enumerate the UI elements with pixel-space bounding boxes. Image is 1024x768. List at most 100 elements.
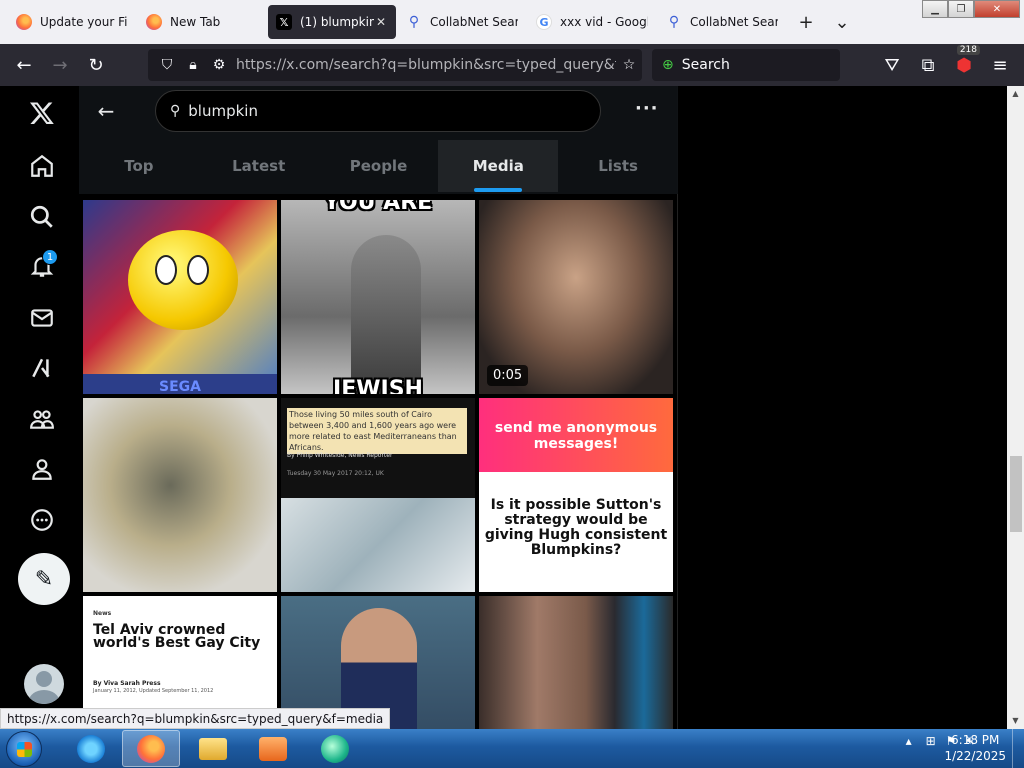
taskbar-file-explorer[interactable] <box>184 730 242 767</box>
browser-search-box[interactable]: ⊕ Search <box>652 49 840 81</box>
scrollbar-thumb[interactable] <box>1010 456 1022 532</box>
back-button[interactable]: ← <box>6 49 42 81</box>
taskbar-firefox[interactable] <box>122 730 180 767</box>
nav-communities[interactable] <box>22 399 62 439</box>
search-placeholder: Search <box>681 57 730 73</box>
scroll-up-icon[interactable]: ▲ <box>1007 86 1024 102</box>
media-player-icon <box>259 736 287 761</box>
cartoon-eye <box>187 255 209 285</box>
collabnet-search-icon: ⚲ <box>408 14 420 30</box>
nav-more[interactable] <box>22 500 62 540</box>
extensions-button[interactable]: ⧉ <box>910 49 946 81</box>
firefox-icon <box>137 734 165 763</box>
plus-icon: + <box>798 11 814 33</box>
post-button[interactable]: ✎ <box>18 553 70 605</box>
show-desktop-button[interactable] <box>1012 729 1024 768</box>
clock-time: 6:18 PM <box>951 733 1000 747</box>
search-engine-icon: ⊕ <box>662 57 674 73</box>
search-header: ← ⚲ blumpkin ··· Top Latest People Media… <box>79 86 678 194</box>
media-tile-video[interactable]: 0:05 <box>479 200 673 394</box>
media-tile[interactable]: Those living 50 miles south of Cairo bet… <box>281 398 475 592</box>
close-icon[interactable]: ✕ <box>374 15 388 29</box>
link-status-bar: https://x.com/search?q=blumpkin&src=type… <box>0 708 391 729</box>
x-search-input[interactable]: ⚲ blumpkin <box>155 90 601 132</box>
app-icon <box>321 734 349 763</box>
ublock-button[interactable]: ⬢ 218 <box>946 45 982 81</box>
search-icon: ⚲ <box>170 103 181 119</box>
tab-media[interactable]: Media <box>438 140 559 192</box>
media-tile[interactable] <box>479 596 673 729</box>
photo-figure <box>351 235 421 394</box>
nav-profile[interactable] <box>22 449 62 489</box>
taskbar-media-player[interactable] <box>244 730 302 767</box>
sega-logo: SEGA <box>83 374 277 394</box>
mail-icon <box>31 309 53 327</box>
new-tab-button[interactable]: + <box>788 5 824 39</box>
lock-icon[interactable]: 🔒︎ <box>180 57 206 73</box>
media-tile[interactable]: SEGA <box>83 200 277 394</box>
tab-latest[interactable]: Latest <box>199 140 319 192</box>
start-button[interactable] <box>6 731 42 767</box>
more-options-icon[interactable]: ··· <box>635 98 659 119</box>
browser-tab-update-firefox[interactable]: Update your Fire <box>8 5 136 39</box>
show-hidden-icons-icon[interactable]: ▴ <box>906 734 912 748</box>
star-icon[interactable]: ☆ <box>616 57 642 73</box>
tab-title: xxx vid - Google <box>560 15 648 29</box>
more-circle-icon <box>31 509 53 531</box>
article-date: Tuesday 30 May 2017 20:12, UK <box>287 470 384 477</box>
browser-tab-new-tab[interactable]: New Tab <box>138 5 266 39</box>
tab-title: New Tab <box>170 15 221 29</box>
shield-icon[interactable]: ⛉ <box>154 57 180 73</box>
nav-explore[interactable] <box>22 197 62 237</box>
browser-tab-x-search[interactable]: 𝕏 (1) blumpkin ✕ <box>268 5 396 39</box>
article-headline: Those living 50 miles south of Cairo bet… <box>287 408 467 454</box>
list-all-tabs-button[interactable]: ⌄ <box>824 5 860 39</box>
page-scrollbar[interactable]: ▲ ▼ <box>1007 86 1024 729</box>
search-icon <box>30 205 53 228</box>
close-window-button[interactable]: ✕ <box>974 0 1020 18</box>
cartoon-eye <box>155 255 177 285</box>
search-back-button[interactable]: ← <box>91 96 121 126</box>
minimize-button[interactable]: ▁ <box>922 0 948 18</box>
media-tile[interactable]: send me anonymous messages! Is it possib… <box>479 398 673 592</box>
url-bar[interactable]: ⛉ 🔒︎ ⚙ https://x.com/search?q=blumpkin&s… <box>148 49 642 81</box>
search-query-text[interactable]: blumpkin <box>188 102 258 120</box>
system-clock[interactable]: 6:18 PM 1/22/2025 <box>944 732 1006 764</box>
firefox-icon <box>16 14 32 30</box>
media-tile[interactable]: YOU ARE JEWISH <box>281 200 475 394</box>
x-side-nav: 1 ✎ <box>0 86 80 729</box>
tab-lists[interactable]: Lists <box>558 140 678 192</box>
network-icon[interactable]: ⊞ <box>926 734 936 748</box>
video-duration: 0:05 <box>487 365 529 386</box>
reload-button[interactable]: ↻ <box>78 49 114 81</box>
pocket-button[interactable]: ⛛ <box>874 49 910 81</box>
article-byline: By Viva Sarah Press <box>93 680 161 687</box>
taskbar-internet-explorer[interactable] <box>62 730 120 767</box>
chevron-down-icon: ⌄ <box>834 11 850 33</box>
search-tabs: Top Latest People Media Lists <box>79 140 678 192</box>
nav-grok[interactable] <box>22 348 62 388</box>
restore-button[interactable]: ❐ <box>948 0 974 18</box>
permissions-icon[interactable]: ⚙ <box>206 57 232 73</box>
account-avatar[interactable] <box>24 664 64 704</box>
browser-tab-google[interactable]: G xxx vid - Google <box>528 5 656 39</box>
menu-button[interactable]: ≡ <box>982 49 1018 81</box>
scroll-down-icon[interactable]: ▼ <box>1007 713 1024 729</box>
tab-title: CollabNet SearX <box>690 15 778 29</box>
x-logo-link[interactable] <box>22 93 62 133</box>
x-logo-icon <box>29 102 54 125</box>
media-tile[interactable] <box>83 398 277 592</box>
tab-top[interactable]: Top <box>79 140 199 192</box>
forward-button[interactable]: → <box>42 49 78 81</box>
nav-home[interactable] <box>22 146 62 186</box>
meme-caption-top: YOU ARE <box>323 200 433 215</box>
screen: Update your Fire New Tab 𝕏 (1) blumpkin … <box>0 0 1024 768</box>
nav-messages[interactable] <box>22 298 62 338</box>
url-text[interactable]: https://x.com/search?q=blumpkin&src=type… <box>232 57 616 73</box>
browser-tab-collabnet-1[interactable]: ⚲ CollabNet SearX <box>398 5 526 39</box>
browser-tab-collabnet-2[interactable]: ⚲ CollabNet SearX <box>658 5 786 39</box>
taskbar-app[interactable] <box>306 730 364 767</box>
nav-notifications[interactable]: 1 <box>22 247 62 287</box>
tab-people[interactable]: People <box>319 140 439 192</box>
feather-plus-icon: ✎ <box>34 566 54 592</box>
